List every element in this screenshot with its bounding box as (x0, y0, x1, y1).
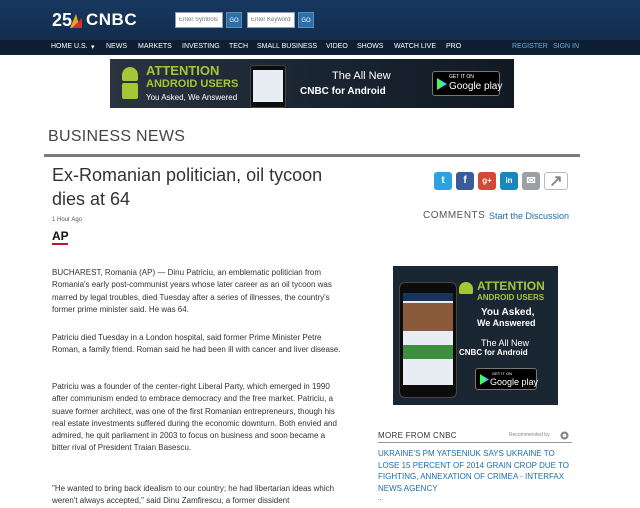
nav-shows[interactable]: SHOWS (357, 43, 383, 50)
google-play-badge[interactable]: GET IT ON Google play (475, 368, 538, 390)
comments-label: COMMENTS (423, 210, 486, 221)
top-banner-ad[interactable]: ATTENTION ANDROID USERS You Asked, We An… (110, 59, 514, 108)
side-ad-you-asked: You Asked, (481, 307, 535, 318)
play-store-icon (480, 374, 489, 385)
side-ad-all-new: The All New (481, 338, 530, 348)
start-discussion-link[interactable]: Start the Discussion (489, 211, 569, 221)
main-nav: HOME U.S. ▾ NEWS MARKETS INVESTING TECH … (0, 40, 640, 55)
section-divider (44, 154, 580, 157)
logo-wordmark: CNBC (86, 10, 138, 29)
google-play-badge[interactable]: GET IT ON Google play (432, 71, 502, 96)
more-link-item[interactable]: ... (378, 496, 578, 502)
nav-news[interactable]: NEWS (106, 43, 127, 50)
register-link[interactable]: REGISTER (512, 43, 548, 50)
more-link-item[interactable]: Ukraine's PM Yatseniuk says Ukraine to l… (378, 448, 578, 494)
android-icon (122, 67, 138, 81)
more-from-cnbc-title: MORE FROM CNBC (378, 431, 457, 440)
article-headline: Ex-Romanian politician, oil tycoon dies … (52, 165, 323, 209)
side-ad-cnbc-android: CNBC for Android (459, 348, 528, 357)
nav-pro[interactable]: PRO (446, 43, 461, 50)
more-divider (378, 442, 572, 443)
banner-attention: ATTENTION (146, 63, 220, 78)
chevron-down-icon[interactable]: ▾ (91, 43, 95, 51)
android-body-icon (122, 83, 138, 99)
nav-investing[interactable]: INVESTING (182, 43, 220, 50)
cnbc-logo[interactable]: 25 CNBC (52, 6, 156, 34)
article-paragraph: Patriciu died Tuesday in a London hospit… (52, 333, 341, 355)
side-ad-we-answered: We Answered (477, 318, 536, 328)
banner-all-new: The All New (332, 70, 391, 82)
article-timestamp: 1 Hour Ago (52, 217, 83, 223)
banner-android-users: ANDROID USERS (146, 78, 239, 90)
nav-watch-live[interactable]: WATCH LIVE (394, 43, 436, 50)
keyword-search-input[interactable] (247, 12, 295, 28)
twitter-share-button[interactable]: t (434, 172, 452, 190)
keyword-go-button[interactable]: GO (298, 12, 314, 28)
phone-image (250, 65, 286, 108)
google-plus-share-button[interactable]: g+ (478, 172, 496, 190)
phone-image (399, 282, 457, 398)
banner-tagline: You Asked, We Answered (146, 93, 238, 102)
ap-underline (52, 243, 68, 245)
ap-source-logo: AP (52, 229, 69, 243)
linkedin-share-button[interactable]: in (500, 172, 518, 190)
banner-cnbc-android: CNBC for Android (300, 86, 386, 97)
top-header: 25 CNBC GO GO (0, 0, 640, 40)
sign-in-link[interactable]: SIGN IN (553, 43, 579, 50)
nav-small-business[interactable]: SMALL BUSINESS (257, 43, 317, 50)
outbrain-icon (560, 431, 569, 440)
facebook-share-button[interactable]: f (456, 172, 474, 190)
article-paragraph: Patriciu was a founder of the center-rig… (52, 382, 337, 453)
peacock-icon: 25 (52, 10, 82, 30)
recommended-by-label: Recommended by (509, 432, 550, 438)
svg-text:25: 25 (52, 10, 72, 30)
article-paragraph: "He wanted to bring back idealism to our… (52, 484, 335, 506)
section-title: BUSINESS NEWS (48, 128, 186, 145)
side-banner-ad[interactable]: ATTENTION ANDROID USERS You Asked, We An… (393, 266, 558, 405)
symbol-go-button[interactable]: GO (226, 12, 242, 28)
nav-markets[interactable]: MARKETS (138, 43, 172, 50)
email-share-button[interactable]: ✉ (522, 172, 540, 190)
article-paragraph: BUCHAREST, Romania (AP) — Dinu Patriciu,… (52, 268, 332, 314)
side-ad-android-users: ANDROID USERS (477, 293, 545, 302)
share-icon[interactable]: ↗ (544, 172, 568, 190)
android-icon (459, 282, 473, 294)
play-store-icon (437, 78, 447, 90)
nav-tech[interactable]: TECH (229, 43, 248, 50)
symbol-search-input[interactable] (175, 12, 223, 28)
side-ad-attention: ATTENTION (477, 279, 545, 293)
nav-home-us[interactable]: HOME U.S. (51, 43, 88, 50)
nav-video[interactable]: VIDEO (326, 43, 348, 50)
